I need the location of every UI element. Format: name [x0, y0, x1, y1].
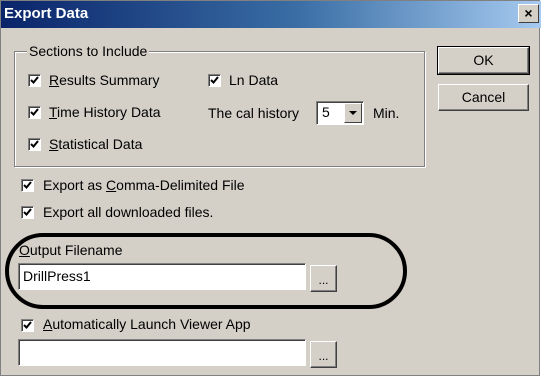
cal-history-unit: Min. — [373, 105, 400, 121]
cal-history-dropdown-button[interactable] — [344, 103, 362, 123]
browse-label: ... — [318, 273, 329, 287]
checkmark-icon — [23, 181, 32, 189]
sections-group-title: Sections to Include — [27, 43, 150, 59]
output-filename-label: Output Filename — [19, 242, 123, 258]
export-all-checkbox[interactable] — [21, 206, 34, 219]
checkmark-icon — [23, 321, 32, 329]
checkmark-icon — [30, 108, 39, 116]
ok-button[interactable]: OK — [437, 46, 530, 75]
export-all-label: Export all downloaded files. — [43, 204, 214, 220]
output-filename-input[interactable]: DrillPress1 — [18, 263, 306, 290]
export-csv-checkbox[interactable] — [21, 179, 34, 192]
browse-label: ... — [318, 349, 329, 363]
statistical-checkbox[interactable] — [28, 138, 41, 151]
window-title: Export Data — [4, 5, 89, 22]
cal-history-select[interactable]: 5 — [316, 101, 364, 125]
viewer-app-input[interactable] — [18, 339, 306, 366]
title-bar[interactable]: Export Data × — [1, 1, 541, 28]
viewer-app-browse-button[interactable]: ... — [310, 341, 337, 368]
export-data-dialog: Export Data × Sections to Include Result… — [0, 0, 541, 376]
ok-button-label: OK — [473, 52, 494, 68]
time-history-label: Time History Data — [49, 104, 161, 120]
auto-launch-checkbox[interactable] — [21, 319, 34, 332]
cancel-button[interactable]: Cancel — [438, 84, 529, 111]
close-icon: × — [524, 5, 533, 21]
results-summary-label: Results Summary — [49, 72, 160, 88]
output-filename-browse-button[interactable]: ... — [310, 265, 337, 292]
checkmark-icon — [30, 76, 39, 84]
chevron-down-icon — [349, 111, 357, 115]
checkmark-icon — [30, 140, 39, 148]
statistical-label: Statistical Data — [49, 136, 143, 152]
checkmark-icon — [23, 208, 32, 216]
cal-history-value: 5 — [322, 104, 330, 120]
export-csv-label: Export as Comma-Delimited File — [43, 177, 245, 193]
ln-data-label: Ln Data — [229, 72, 279, 88]
results-summary-checkbox[interactable] — [28, 74, 41, 87]
cancel-button-label: Cancel — [461, 89, 506, 105]
checkmark-icon — [210, 76, 219, 84]
close-button[interactable]: × — [518, 4, 539, 23]
time-history-checkbox[interactable] — [28, 106, 41, 119]
ln-data-checkbox[interactable] — [208, 74, 221, 87]
cal-history-label: The cal history — [208, 105, 300, 121]
auto-launch-label: Automatically Launch Viewer App — [43, 316, 251, 332]
